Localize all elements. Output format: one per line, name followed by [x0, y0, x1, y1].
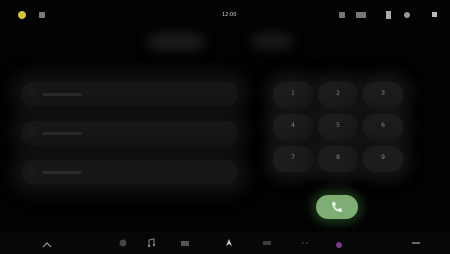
music-icon[interactable]: [146, 238, 156, 248]
home-icon[interactable]: [118, 238, 128, 248]
dial-key-label: 1: [291, 90, 295, 97]
dial-key-4[interactable]: 4: [273, 114, 313, 140]
phone-active-indicator-icon[interactable]: [336, 242, 342, 248]
app-icon-yellow[interactable]: [18, 11, 26, 19]
contact-detail: [42, 171, 82, 174]
battery-icon: [386, 11, 391, 19]
avatar: [28, 166, 38, 176]
bottom-nav-bar: [0, 232, 450, 254]
notification-icon[interactable]: [432, 12, 437, 17]
dial-key-5[interactable]: 5: [318, 114, 358, 140]
menu-icon[interactable]: [411, 238, 421, 248]
dial-key-label: 8: [336, 154, 340, 161]
dial-key-label: 2: [336, 90, 340, 97]
clock-text: 12:00: [222, 12, 237, 18]
dial-key-label: 5: [336, 122, 340, 129]
settings-icon[interactable]: [404, 12, 410, 18]
dial-key-label: 9: [381, 154, 385, 161]
dial-key-3[interactable]: 3: [363, 82, 403, 108]
dial-key-label: 7: [291, 154, 295, 161]
dial-key-1[interactable]: 1: [273, 82, 313, 108]
status-bar: 12:00: [0, 0, 450, 28]
dial-key-8[interactable]: 8: [318, 146, 358, 172]
contact-detail: [42, 132, 82, 135]
dial-key-9[interactable]: 9: [363, 146, 403, 172]
car-infotainment-screen: 12:00 1 2 3 4 5 6 7 8 9: [0, 0, 450, 254]
call-button[interactable]: [316, 195, 358, 219]
contact-detail: [42, 93, 82, 96]
wifi-icon: [339, 12, 345, 18]
contact-row[interactable]: [22, 121, 237, 145]
back-icon[interactable]: [42, 241, 52, 248]
radio-icon[interactable]: [180, 238, 190, 248]
dial-key-2[interactable]: 2: [318, 82, 358, 108]
navigation-icon[interactable]: [224, 238, 234, 248]
dots-icon[interactable]: [300, 238, 310, 248]
avatar: [28, 88, 38, 98]
tab-recent[interactable]: [148, 34, 204, 50]
contact-row[interactable]: [22, 82, 237, 106]
signal-icon: [356, 12, 366, 18]
dial-key-label: 4: [291, 122, 295, 129]
app-icon-small[interactable]: [39, 12, 45, 18]
dial-key-7[interactable]: 7: [273, 146, 313, 172]
dial-key-6[interactable]: 6: [363, 114, 403, 140]
dial-key-label: 3: [381, 90, 385, 97]
tab-keypad[interactable]: [252, 34, 292, 48]
avatar: [28, 127, 38, 137]
phone-icon: [332, 202, 342, 212]
apps-icon[interactable]: [262, 238, 272, 248]
dial-key-label: 6: [381, 122, 385, 129]
contact-row[interactable]: [22, 160, 237, 184]
